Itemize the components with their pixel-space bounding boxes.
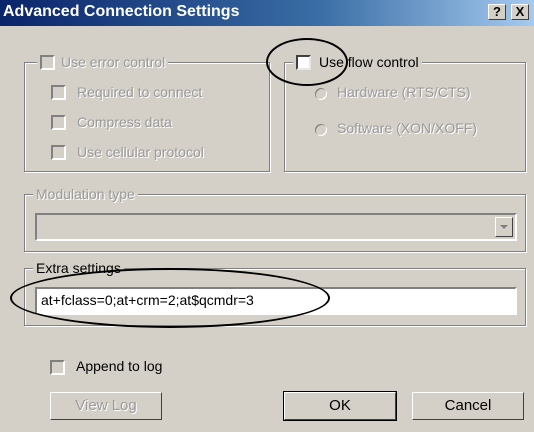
- use-cellular-protocol-checkbox[interactable]: [51, 145, 66, 160]
- software-radio[interactable]: [315, 124, 327, 136]
- extra-settings-label: Extra settings: [33, 260, 124, 276]
- required-to-connect-checkbox[interactable]: [51, 85, 66, 100]
- append-to-log-checkbox[interactable]: [50, 360, 65, 375]
- extra-settings-value: at+fclass=0;at+crm=2;at$qcmdr=3: [41, 292, 254, 308]
- view-log-button[interactable]: View Log: [50, 392, 162, 420]
- hardware-radio[interactable]: [315, 88, 327, 100]
- close-button[interactable]: X: [511, 4, 529, 20]
- flow-control-group: Use flow control Hardware (RTS/CTS) Soft…: [284, 54, 526, 172]
- chevron-down-icon: [500, 225, 508, 229]
- modulation-type-group: Modulation type: [24, 186, 526, 252]
- compress-data-checkbox[interactable]: [51, 115, 66, 130]
- compress-data-label: Compress data: [77, 114, 172, 130]
- window-title: Advanced Connection Settings: [3, 3, 240, 20]
- extra-settings-input[interactable]: at+fclass=0;at+crm=2;at$qcmdr=3: [35, 287, 517, 315]
- title-bar: Advanced Connection Settings ? X: [0, 0, 534, 26]
- append-to-log-label: Append to log: [76, 358, 163, 374]
- dropdown-button[interactable]: [495, 217, 513, 237]
- help-button[interactable]: ?: [488, 4, 506, 20]
- hardware-rts-cts-label: Hardware (RTS/CTS): [337, 84, 471, 100]
- use-flow-control-checkbox[interactable]: [296, 54, 311, 70]
- modulation-type-label: Modulation type: [33, 186, 138, 202]
- software-xon-xoff-label: Software (XON/XOFF): [337, 120, 478, 136]
- extra-settings-group: Extra settings at+fclass=0;at+crm=2;at$q…: [24, 260, 526, 326]
- use-error-control-label: Use error control: [61, 54, 166, 70]
- use-error-control-checkbox[interactable]: [40, 54, 55, 70]
- modulation-type-dropdown[interactable]: [35, 213, 517, 241]
- required-to-connect-label: Required to connect: [77, 84, 203, 100]
- ok-button[interactable]: OK: [283, 391, 397, 421]
- use-cellular-protocol-label: Use cellular protocol: [77, 144, 204, 160]
- cancel-button[interactable]: Cancel: [412, 392, 524, 420]
- error-control-group: Use error control Required to connect Co…: [24, 54, 270, 172]
- use-flow-control-label: Use flow control: [319, 54, 419, 70]
